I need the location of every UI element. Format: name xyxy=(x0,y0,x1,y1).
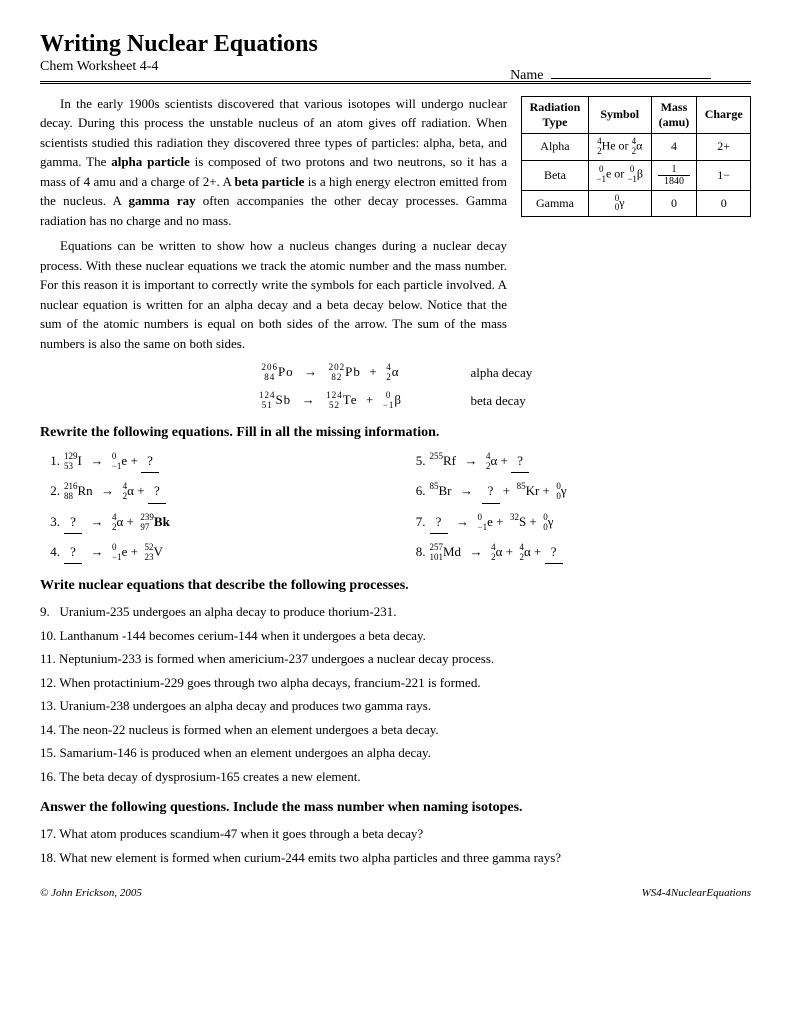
table-row: Beta 0−1e or 0−1β 11840 1− xyxy=(522,160,751,190)
table-row: Gamma 00γ 0 0 xyxy=(522,190,751,217)
problem-5: 5. 255 Rf → 42α + ? xyxy=(406,449,752,473)
alpha-decay-row: 20684Po → 20282Pb + 42α alpha decay xyxy=(40,363,751,383)
list-item: 10. Lanthanum -144 becomes cerium-144 wh… xyxy=(40,626,751,646)
page-title: Writing Nuclear Equations xyxy=(40,30,751,59)
alpha-charge: 2+ xyxy=(697,133,751,160)
alpha-decay-equation: 20684Po → 20282Pb + 42α xyxy=(221,363,441,383)
problem-7: 7. ? → 0−1e + 32 S + 00γ xyxy=(406,510,752,534)
intro-section: In the early 1900s scientists discovered… xyxy=(40,94,751,354)
problems-grid: 1. 12953I → 0−1e + ? 5. 255 Rf → 42α + ?… xyxy=(40,449,751,565)
footer-right: WS4-4NuclearEquations xyxy=(642,887,751,899)
col-charge: Charge xyxy=(697,96,751,133)
list-item: 11. Neptunium-233 is formed when americi… xyxy=(40,649,751,669)
intro-text: In the early 1900s scientists discovered… xyxy=(40,94,507,354)
footer-left: © John Erickson, 2005 xyxy=(40,887,142,899)
problem-8: 8. 257101Md → 42α + 42α + ? xyxy=(406,540,752,564)
problem-2: 2. 21688Rn → 42α + ? xyxy=(40,479,386,503)
gamma-mass: 0 xyxy=(651,190,697,217)
alpha-decay-label: alpha decay xyxy=(471,365,571,381)
section3-header: Answer the following questions. Include … xyxy=(40,800,751,816)
list-item: 15. Samarium-146 is produced when an ele… xyxy=(40,743,751,763)
beta-decay-label: beta decay xyxy=(471,393,571,409)
section2-header: Write nuclear equations that describe th… xyxy=(40,578,751,594)
radiation-beta: Beta xyxy=(522,160,589,190)
beta-symbol: 0−1e or 0−1β xyxy=(588,160,651,190)
beta-decay-row: 12451Sb → 12452Te + 0−1β beta decay xyxy=(40,391,751,411)
problem-1: 1. 12953I → 0−1e + ? xyxy=(40,449,386,473)
gamma-charge: 0 xyxy=(697,190,751,217)
problem-6: 6. 85 Br → ? + 85 Kr + 00γ xyxy=(406,479,752,503)
name-label: Name xyxy=(510,68,711,84)
col-radiation-type: RadiationType xyxy=(522,96,589,133)
alpha-symbol: 42He or 42α xyxy=(588,133,651,160)
equation-section: 20684Po → 20282Pb + 42α alpha decay 1245… xyxy=(40,363,751,411)
word-problems-list: 9. Uranium-235 undergoes an alpha decay … xyxy=(40,602,751,786)
gamma-symbol: 00γ xyxy=(588,190,651,217)
footer: © John Erickson, 2005 WS4-4NuclearEquati… xyxy=(40,887,751,899)
beta-decay-equation: 12451Sb → 12452Te + 0−1β xyxy=(221,391,441,411)
problem-3: 3. ? → 42α + 23997Bk xyxy=(40,510,386,534)
radiation-alpha: Alpha xyxy=(522,133,589,160)
section1-header: Rewrite the following equations. Fill in… xyxy=(40,425,751,441)
list-item: 9. Uranium-235 undergoes an alpha decay … xyxy=(40,602,751,622)
radiation-gamma: Gamma xyxy=(522,190,589,217)
list-item: 17. What atom produces scandium-47 when … xyxy=(40,824,751,844)
beta-mass: 11840 xyxy=(651,160,697,190)
radiation-table: RadiationType Symbol Mass(amu) Charge Al… xyxy=(521,96,751,218)
radiation-table-container: RadiationType Symbol Mass(amu) Charge Al… xyxy=(521,94,751,354)
answer-questions-list: 17. What atom produces scandium-47 when … xyxy=(40,824,751,867)
list-item: 14. The neon-22 nucleus is formed when a… xyxy=(40,720,751,740)
problem-4: 4. ? → 0−1e + 5223V xyxy=(40,540,386,564)
list-item: 18. What new element is formed when curi… xyxy=(40,848,751,868)
table-row: Alpha 42He or 42α 4 2+ xyxy=(522,133,751,160)
beta-charge: 1− xyxy=(697,160,751,190)
list-item: 13. Uranium-238 undergoes an alpha decay… xyxy=(40,696,751,716)
list-item: 16. The beta decay of dysprosium-165 cre… xyxy=(40,767,751,787)
col-mass: Mass(amu) xyxy=(651,96,697,133)
col-symbol: Symbol xyxy=(588,96,651,133)
alpha-mass: 4 xyxy=(651,133,697,160)
list-item: 12. When protactinium-229 goes through t… xyxy=(40,673,751,693)
